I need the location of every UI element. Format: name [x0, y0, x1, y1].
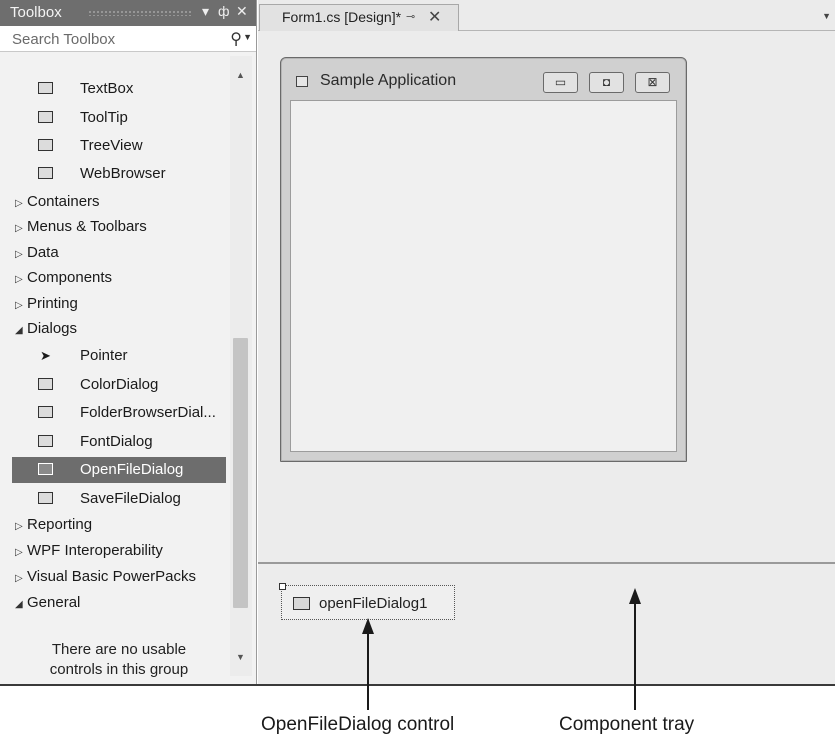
callout-arrows — [362, 588, 641, 710]
callout-arrowhead-openfiledialog — [362, 618, 374, 634]
callout-openfiledialog-control: OpenFileDialog control — [261, 714, 455, 735]
callout-arrowhead-component-tray — [629, 588, 641, 604]
callout-component-tray: Component tray — [559, 714, 695, 735]
